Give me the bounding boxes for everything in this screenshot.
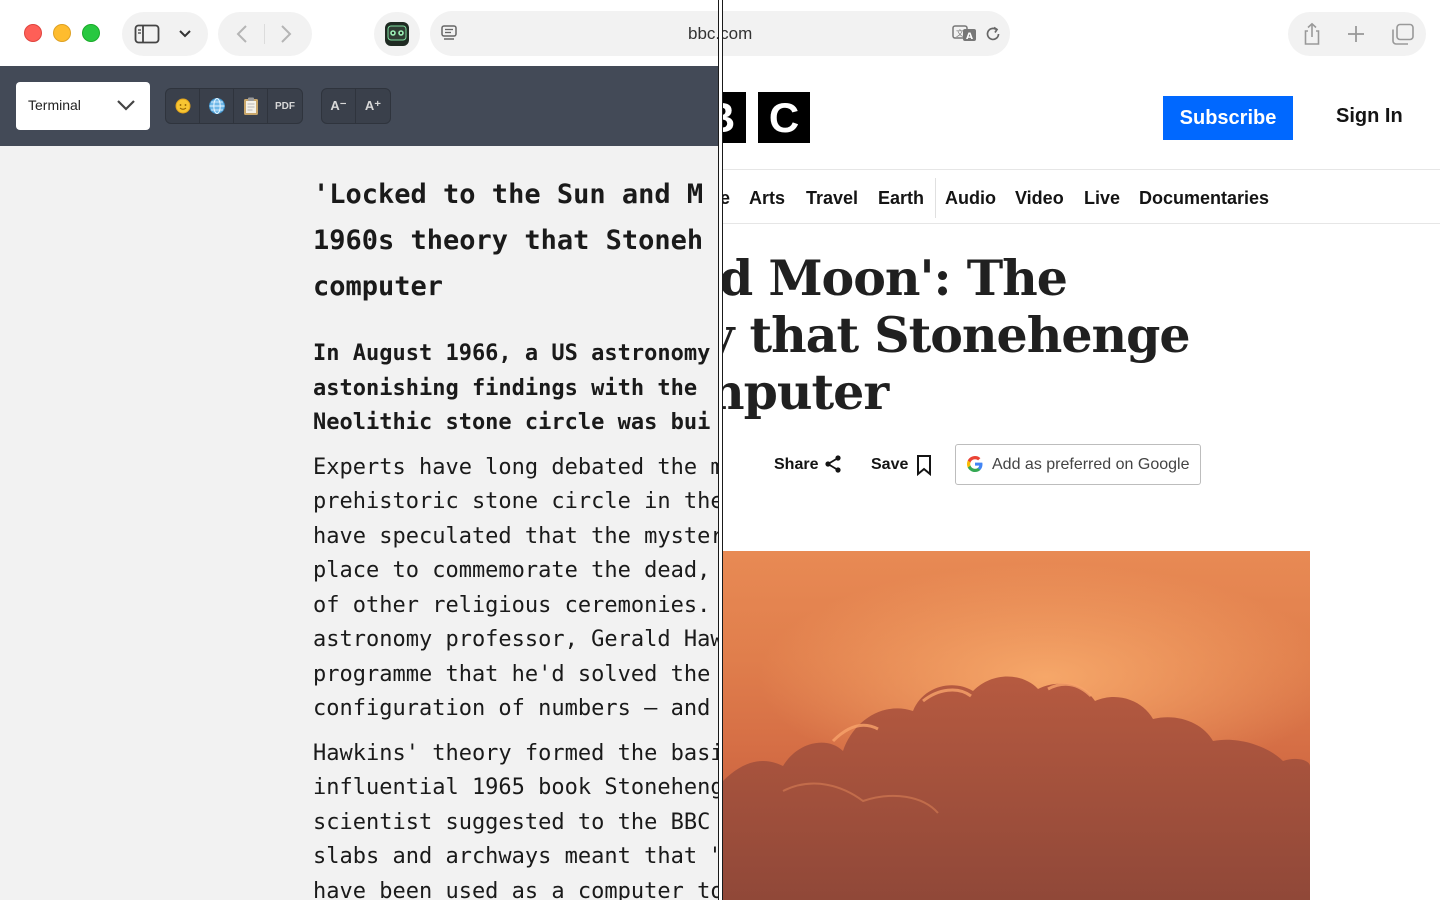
reload-icon[interactable] xyxy=(982,23,1004,45)
sun-icon xyxy=(175,98,190,114)
reader-text-line: slabs and archways meant that " xyxy=(313,844,720,869)
sidebar-icon[interactable] xyxy=(134,22,160,46)
clipboard-icon xyxy=(243,97,258,115)
font-size-group: A⁻ A⁺ xyxy=(321,88,391,124)
nav-item-audio[interactable]: Audio xyxy=(945,188,996,209)
nav-item-documentaries[interactable]: Documentaries xyxy=(1139,188,1269,209)
hero-image xyxy=(723,551,1310,900)
svg-text:A: A xyxy=(966,32,973,42)
clipboard-button[interactable] xyxy=(234,89,268,123)
font-select-value: Terminal xyxy=(28,97,81,113)
nav-item-live[interactable]: Live xyxy=(1084,188,1120,209)
nav-item-partial[interactable]: e xyxy=(723,188,730,209)
share-icon[interactable] xyxy=(1300,21,1324,47)
bbc-nav: e Arts Travel Earth Audio Video Live Doc… xyxy=(723,169,1440,224)
pdf-button[interactable]: PDF xyxy=(268,89,302,123)
back-icon[interactable] xyxy=(232,23,252,45)
headline-line: y that Stonehenge xyxy=(723,306,1191,364)
font-larger-button[interactable]: A⁺ xyxy=(356,89,390,123)
reader-title: 'Locked to the Sun and M 1960s theory th… xyxy=(313,172,720,310)
tab-overview-icon[interactable] xyxy=(1390,22,1416,46)
nav-item-earth[interactable]: Earth xyxy=(878,188,924,209)
nav-divider xyxy=(935,178,936,218)
reader-text-line: scientist suggested to the BBC xyxy=(313,809,711,835)
reader-text-line: prehistoric stone circle in the xyxy=(313,489,720,514)
globe-icon xyxy=(208,98,225,114)
reader-title-line: computer xyxy=(313,271,444,302)
font-select[interactable]: Terminal xyxy=(16,82,150,130)
bbc-page: B C Subscribe Sign In e Arts Travel Eart… xyxy=(723,66,1440,900)
reader-text-line: have speculated that the myster xyxy=(313,523,720,549)
nav-item-travel[interactable]: Travel xyxy=(806,188,858,209)
chevron-down-icon[interactable] xyxy=(176,26,194,42)
font-smaller-button[interactable]: A⁻ xyxy=(322,89,356,123)
close-window-button[interactable] xyxy=(24,24,42,42)
reader-theme-group: PDF xyxy=(165,88,303,124)
reader-text-line: Experts have long debated the m xyxy=(313,454,720,480)
reader-text-line: of other religious ceremonies. xyxy=(313,592,711,618)
reader-text-line: Neolithic stone circle was bui xyxy=(313,410,711,435)
reader-title-line: 'Locked to the Sun and M xyxy=(313,179,704,210)
forward-icon[interactable] xyxy=(276,23,296,45)
share-icon[interactable] xyxy=(823,454,843,479)
save-button[interactable]: Save xyxy=(871,456,908,474)
bbc-logo-block[interactable]: B xyxy=(723,92,746,143)
sunset-clouds-image xyxy=(723,676,1310,900)
reader-text-line: have been used as a computer to xyxy=(313,878,720,900)
reader-text-line: influential 1965 book Stoneheng xyxy=(313,775,720,800)
reader-text-line: astonishing findings with the xyxy=(313,375,698,401)
reader-text-line: astronomy professor, Gerald Haw xyxy=(313,627,720,652)
subscribe-button[interactable]: Subscribe xyxy=(1163,96,1293,140)
bookmark-icon[interactable] xyxy=(916,454,932,481)
reader-text-line: Hawkins' theory formed the basi xyxy=(313,740,720,766)
window-actions-group xyxy=(1288,12,1426,56)
reader-paragraph: Experts have long debated the m prehisto… xyxy=(313,451,720,727)
share-button[interactable]: Share xyxy=(774,456,818,474)
zoom-window-button[interactable] xyxy=(82,24,100,42)
sign-in-link[interactable]: Sign In xyxy=(1336,105,1403,128)
reader-text-line: configuration of numbers – and xyxy=(313,696,711,721)
reader-toolbar: Terminal PDF A⁻ A⁺ xyxy=(0,66,720,146)
reader-intro: In August 1966, a US astronomy astonishi… xyxy=(313,337,720,441)
headline-line: nputer xyxy=(723,363,889,421)
nav-item-arts[interactable]: Arts xyxy=(749,188,785,209)
reader-pane: Terminal PDF A⁻ A⁺ 'Locked to the Sun an… xyxy=(0,66,720,900)
extension-button[interactable] xyxy=(374,12,420,56)
extension-icon[interactable] xyxy=(384,21,410,47)
reader-article: 'Locked to the Sun and M 1960s theory th… xyxy=(313,172,720,900)
reader-paragraph: Hawkins' theory formed the basi influent… xyxy=(313,737,720,900)
sidebar-toggle-group xyxy=(122,12,208,56)
sun-theme-button[interactable] xyxy=(166,89,200,123)
reader-text-line: place to commemorate the dead, xyxy=(313,558,711,583)
headline-line: d Moon': The xyxy=(723,249,1068,307)
reader-text-line: In August 1966, a US astronomy xyxy=(313,341,711,366)
reader-mode-icon[interactable] xyxy=(438,21,460,45)
chevron-down-icon xyxy=(116,96,136,119)
nav-item-video[interactable]: Video xyxy=(1015,188,1064,209)
minimize-window-button[interactable] xyxy=(53,24,71,42)
reader-text-line: programme that he'd solved the xyxy=(313,661,711,687)
article-headline: d Moon': The y that Stonehenge nputer xyxy=(723,249,1191,421)
reader-title-line: 1960s theory that Stoneh xyxy=(313,225,704,256)
new-tab-icon[interactable] xyxy=(1344,23,1368,45)
translate-icon[interactable]: 文A xyxy=(952,23,978,43)
google-icon xyxy=(966,455,984,478)
bbc-logo-block[interactable]: C xyxy=(758,92,810,143)
svg-text:文: 文 xyxy=(956,28,964,38)
history-nav-group xyxy=(218,12,312,56)
google-preferred-label: Add as preferred on Google xyxy=(992,456,1190,473)
globe-button[interactable] xyxy=(200,89,234,123)
google-preferred-button[interactable]: Add as preferred on Google xyxy=(955,444,1201,485)
